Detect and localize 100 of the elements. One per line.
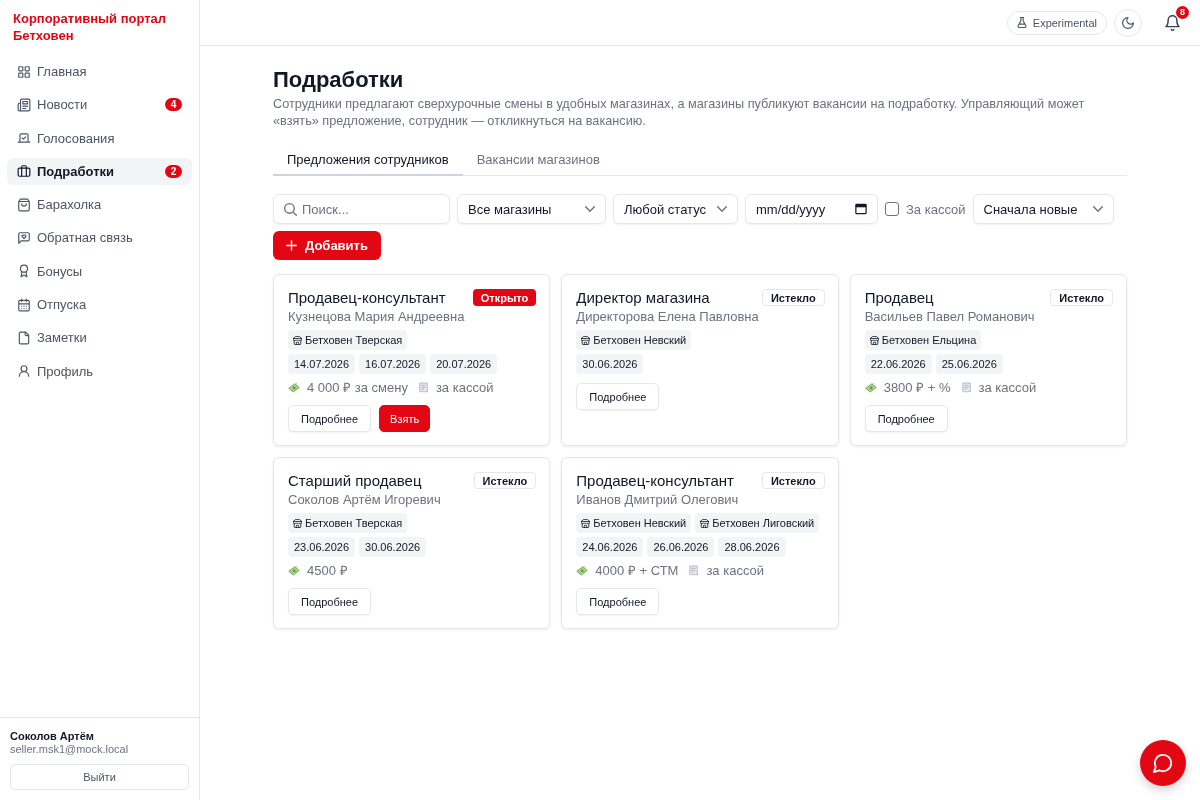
- store-icon: [293, 518, 302, 528]
- details-button[interactable]: Подробнее: [864, 405, 948, 432]
- take-button[interactable]: Взять: [379, 405, 431, 432]
- status-select[interactable]: Любой статус: [613, 194, 738, 224]
- tab[interactable]: Вакансии магазинов: [462, 144, 614, 176]
- store-icon: [293, 335, 302, 345]
- nav-item[interactable]: Главная: [7, 58, 192, 85]
- sort-select[interactable]: Сначала новые: [972, 194, 1114, 224]
- receipt-icon: [689, 564, 699, 576]
- add-button[interactable]: Добавить: [273, 231, 381, 260]
- employee-name: Васильев Павел Романович: [864, 308, 1036, 326]
- employee-name: Соколов Артём Игоревич: [288, 491, 442, 509]
- date-chip: 28.06.2026: [718, 537, 786, 557]
- store-icon: [700, 518, 710, 528]
- details-button[interactable]: Подробнее: [576, 588, 660, 615]
- calendar-icon: [17, 297, 31, 312]
- award-icon: [17, 264, 31, 279]
- date-chip: 30.06.2026: [576, 354, 644, 374]
- details-button[interactable]: Подробнее: [288, 588, 372, 615]
- nav-item[interactable]: Барахолка: [7, 191, 192, 219]
- user-name: Соколов Артём: [10, 729, 95, 743]
- moon-icon: [1122, 16, 1134, 29]
- count-badge: 2: [165, 164, 182, 178]
- store-select[interactable]: Все магазины: [457, 194, 606, 224]
- status-badge: Истекло: [473, 472, 537, 489]
- checkbox[interactable]: [885, 202, 899, 216]
- pay-text: 3800 ₽ + %: [883, 379, 951, 396]
- register-text: за кассой: [978, 379, 1037, 395]
- date-chip: 14.07.2026: [288, 354, 356, 374]
- status-badge: Истекло: [761, 472, 825, 489]
- plus-icon: [286, 240, 297, 251]
- banknote-icon: [864, 381, 877, 393]
- job-title: Продавец-консультант: [576, 471, 734, 491]
- briefcase-icon: [17, 164, 31, 179]
- job-title: Старший продавец: [288, 471, 422, 491]
- details-button[interactable]: Подробнее: [576, 383, 660, 410]
- status-badge: Открыто: [472, 289, 537, 306]
- message-heart-icon: [17, 231, 31, 245]
- store-name: Бетховен Тверская: [305, 517, 403, 529]
- receipt-icon: [961, 381, 971, 393]
- nav-item[interactable]: Профиль: [7, 357, 192, 385]
- logout-button[interactable]: Выйти: [10, 764, 189, 790]
- details-button[interactable]: Подробнее: [288, 405, 372, 432]
- chat-icon: [1153, 753, 1173, 773]
- job-title: Продавец: [864, 288, 934, 308]
- count-badge: 4: [165, 98, 182, 112]
- date-chip: 30.06.2026: [359, 537, 427, 557]
- bell-icon: [1164, 14, 1180, 31]
- nav-item[interactable]: Отпуска: [7, 291, 192, 319]
- file-icon: [17, 330, 31, 345]
- pay-text: 4 000 ₽ за смену: [307, 379, 408, 396]
- receipt-icon: [418, 381, 428, 393]
- user-icon: [17, 364, 31, 379]
- page-title: Подработки: [273, 66, 405, 94]
- date-chip: 22.06.2026: [864, 354, 932, 374]
- flask-icon: [1016, 17, 1027, 28]
- register-text: за кассой: [706, 562, 765, 578]
- date-chip: 26.06.2026: [647, 537, 715, 557]
- date-field[interactable]: mm/dd/yyyy: [745, 194, 878, 224]
- banknote-icon: [288, 564, 300, 576]
- store-name: Бетховен Ельцина: [881, 334, 977, 346]
- shopping-bag-icon: [17, 197, 31, 212]
- portal-title: Корпоративный портал Бетховен: [12, 10, 168, 44]
- chevron-down-icon: [717, 206, 727, 212]
- store-icon: [581, 518, 591, 528]
- date-chip: 16.07.2026: [359, 354, 427, 374]
- pay-text: 4000 ₽ + СТМ: [595, 562, 679, 579]
- banknote-icon: [288, 381, 300, 393]
- search-icon: [284, 202, 297, 216]
- status-badge: Истекло: [1050, 289, 1113, 306]
- experimental-button[interactable]: Experimental: [1006, 10, 1107, 35]
- chevron-down-icon: [585, 206, 595, 212]
- user-email: seller.msk1@mock.local: [10, 743, 130, 756]
- nav-item[interactable]: Бонусы: [7, 257, 192, 285]
- checkbox-label[interactable]: За кассой: [906, 201, 966, 217]
- date-chip: 23.06.2026: [288, 537, 356, 557]
- date-chip: 25.06.2026: [935, 354, 1003, 374]
- employee-name: Иванов Дмитрий Олегович: [576, 491, 740, 509]
- store-name: Бетховен Невский: [593, 517, 687, 529]
- nav-item[interactable]: Новости 4: [7, 91, 192, 119]
- job-title: Продавец-консультант: [288, 288, 446, 308]
- notifications-button[interactable]: 8: [1158, 8, 1186, 37]
- nav-item[interactable]: Голосования: [7, 124, 192, 152]
- chat-button[interactable]: [1140, 740, 1186, 786]
- grid-icon: [17, 64, 31, 79]
- date-chip: 24.06.2026: [576, 537, 644, 557]
- date-chip: 20.07.2026: [430, 354, 498, 374]
- nav-item[interactable]: Подработки 2: [7, 157, 192, 185]
- store-icon: [869, 335, 879, 345]
- nav-item[interactable]: Обратная связь: [7, 224, 192, 252]
- theme-toggle-button[interactable]: [1114, 8, 1142, 37]
- store-name: Бетховен Тверская: [305, 334, 403, 346]
- tab[interactable]: Предложения сотрудников: [273, 144, 463, 176]
- nav-item[interactable]: Заметки: [7, 324, 192, 352]
- store-name: Бетховен Лиговский: [712, 517, 815, 529]
- pay-text: 4500 ₽: [307, 562, 348, 579]
- chevron-down-icon: [1092, 206, 1103, 212]
- status-badge: Истекло: [761, 289, 825, 306]
- notification-badge: 8: [1176, 5, 1189, 19]
- search-field[interactable]: Поиск...: [273, 194, 450, 224]
